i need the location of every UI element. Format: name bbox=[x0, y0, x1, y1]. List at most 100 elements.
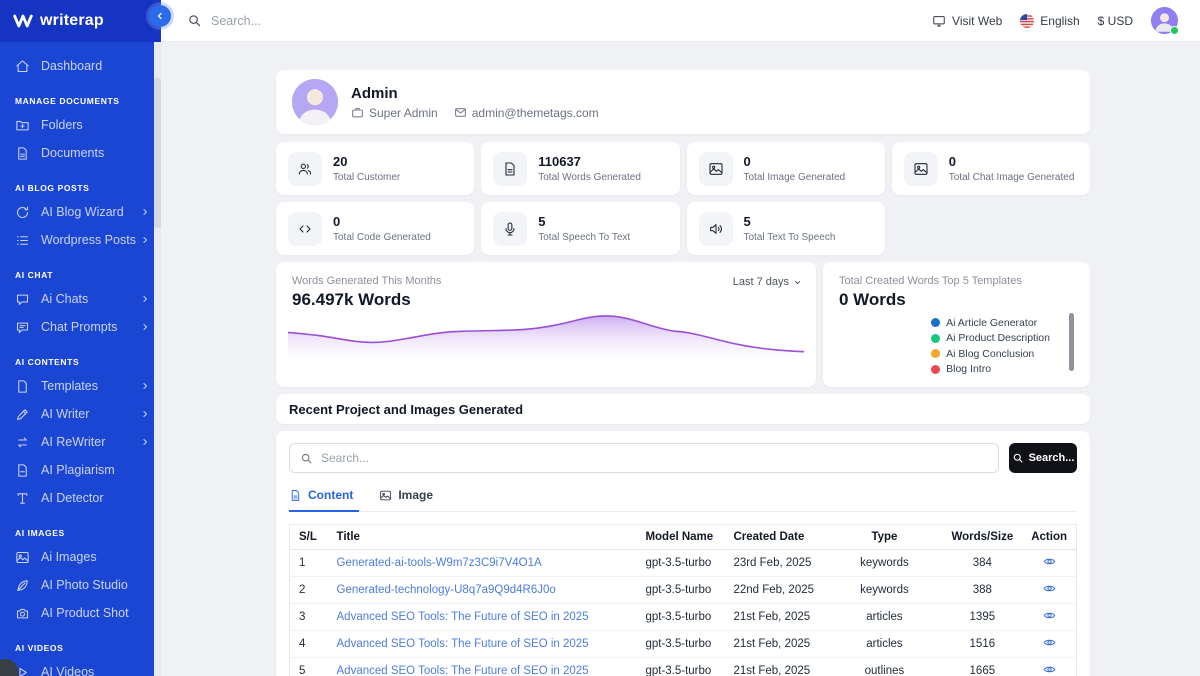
stat-value: 110637 bbox=[538, 154, 641, 169]
chevron-right-icon bbox=[140, 321, 150, 335]
cell-action bbox=[1022, 604, 1076, 631]
legend-item-ai-product-description[interactable]: Ai Product Description bbox=[931, 331, 1050, 347]
recent-table-card: Search... Content Image S/LTitleModel Nam… bbox=[276, 431, 1090, 676]
recent-projects-table: S/LTitleModel NameCreated DateTypeWords/… bbox=[289, 524, 1077, 676]
doc-icon bbox=[493, 152, 527, 186]
admin-name: Admin bbox=[351, 85, 599, 102]
project-title-link[interactable]: Generated-ai-tools-W9m7z3C9i7V4O1A bbox=[337, 557, 542, 569]
project-title-link[interactable]: Advanced SEO Tools: The Future of SEO in… bbox=[337, 611, 589, 623]
chevron-right-icon bbox=[140, 234, 150, 248]
mail-icon bbox=[454, 106, 467, 119]
view-button[interactable] bbox=[1043, 555, 1056, 568]
cell-action bbox=[1022, 631, 1076, 658]
legend-label: Ai Product Description bbox=[946, 332, 1050, 344]
cell-model: gpt-3.5-turbo bbox=[636, 550, 724, 577]
sidebar-section-ai-blog-posts: AI BLOG POSTS bbox=[15, 183, 161, 193]
templates-chart-value: 0 Words bbox=[839, 290, 1074, 310]
sidebar-item-ai-images[interactable]: Ai Images bbox=[0, 543, 161, 571]
cell-title: Advanced SEO Tools: The Future of SEO in… bbox=[328, 658, 637, 676]
camera-icon bbox=[15, 606, 30, 621]
search-icon bbox=[187, 13, 202, 28]
legend-scrollbar[interactable] bbox=[1069, 313, 1074, 371]
sidebar-item-label: AI Writer bbox=[41, 407, 89, 421]
recent-section-heading: Recent Project and Images Generated bbox=[276, 394, 1090, 424]
table-search-input[interactable] bbox=[321, 451, 988, 465]
sidebar-item-wordpress-posts[interactable]: Wordpress Posts bbox=[0, 226, 161, 254]
sidebar-item-label: AI Blog Wizard bbox=[41, 205, 124, 219]
sidebar-item-ai-writer[interactable]: AI Writer bbox=[0, 400, 161, 428]
column-header-title: Title bbox=[328, 525, 637, 550]
cell-type: articles bbox=[826, 604, 942, 631]
cell-sl: 4 bbox=[290, 631, 328, 658]
project-title-link[interactable]: Generated-technology-U8q7a9Q9d4R6J0o bbox=[337, 584, 556, 596]
img-icon bbox=[15, 550, 30, 565]
stat-card-total-code-generated: 0 Total Code Generated bbox=[276, 202, 474, 255]
legend-item-ai-article-generator[interactable]: Ai Article Generator bbox=[931, 315, 1050, 331]
cell-title: Advanced SEO Tools: The Future of SEO in… bbox=[328, 631, 637, 658]
legend-label: Blog Intro bbox=[946, 363, 991, 375]
legend-item-blog-intro[interactable]: Blog Intro bbox=[931, 362, 1050, 378]
column-header-type: Type bbox=[826, 525, 942, 550]
sidebar-item-folders[interactable]: Folders bbox=[0, 111, 161, 139]
sidebar-item-label: AI Videos bbox=[41, 665, 94, 676]
stat-value: 0 bbox=[333, 214, 431, 229]
type-icon bbox=[15, 491, 30, 506]
stat-label: Total Speech To Text bbox=[538, 232, 630, 243]
legend-item-ai-blog-conclusion[interactable]: Ai Blog Conclusion bbox=[931, 346, 1050, 362]
view-button[interactable] bbox=[1043, 636, 1056, 649]
view-button[interactable] bbox=[1043, 663, 1056, 676]
sidebar-item-label: Chat Prompts bbox=[41, 320, 117, 334]
cell-action bbox=[1022, 658, 1076, 676]
list-icon bbox=[15, 233, 30, 248]
sidebar-item-ai-photo-studio[interactable]: AI Photo Studio bbox=[0, 571, 161, 599]
sidebar-item-templates[interactable]: Templates bbox=[0, 372, 161, 400]
language-label: English bbox=[1040, 14, 1079, 28]
project-title-link[interactable]: Advanced SEO Tools: The Future of SEO in… bbox=[337, 638, 589, 650]
currency-selector[interactable]: $ USD bbox=[1098, 14, 1133, 28]
sidebar-item-ai-blog-wizard[interactable]: AI Blog Wizard bbox=[0, 198, 161, 226]
img-icon bbox=[699, 152, 733, 186]
table-search-button[interactable]: Search... bbox=[1009, 443, 1077, 473]
column-header-action: Action bbox=[1022, 525, 1076, 550]
sidebar-item-ai-detector[interactable]: AI Detector bbox=[0, 484, 161, 512]
chevron-right-icon bbox=[140, 293, 150, 307]
admin-role: Super Admin bbox=[351, 106, 438, 120]
visit-web-link[interactable]: Visit Web bbox=[932, 14, 1002, 28]
chart-legend: Ai Article Generator Ai Product Descript… bbox=[931, 315, 1050, 377]
stat-value: 5 bbox=[538, 214, 630, 229]
sidebar-item-ai-rewriter[interactable]: AI ReWriter bbox=[0, 428, 161, 456]
sidebar-scrollbar[interactable] bbox=[154, 42, 161, 676]
global-search-input[interactable] bbox=[211, 14, 511, 28]
cell-type: outlines bbox=[826, 658, 942, 676]
sidebar-item-ai-chats[interactable]: Ai Chats bbox=[0, 285, 161, 313]
sidebar-collapse-button[interactable] bbox=[149, 5, 171, 27]
chevron-right-icon bbox=[140, 408, 150, 422]
cell-title: Generated-technology-U8q7a9Q9d4R6J0o bbox=[328, 577, 637, 604]
view-button[interactable] bbox=[1043, 609, 1056, 622]
sidebar-item-dashboard[interactable]: Dashboard bbox=[0, 52, 161, 80]
cell-words: 388 bbox=[942, 577, 1022, 604]
sidebar-item-ai-videos[interactable]: AI Videos bbox=[0, 658, 161, 676]
sidebar-item-ai-product-shot[interactable]: AI Product Shot bbox=[0, 599, 161, 627]
view-button[interactable] bbox=[1043, 582, 1056, 595]
sidebar-item-label: Wordpress Posts bbox=[41, 233, 136, 247]
cell-action bbox=[1022, 577, 1076, 604]
feather-icon bbox=[15, 578, 30, 593]
cell-words: 1516 bbox=[942, 631, 1022, 658]
visit-web-label: Visit Web bbox=[952, 14, 1002, 28]
sidebar-item-ai-plagiarism[interactable]: AI Plagiarism bbox=[0, 456, 161, 484]
tab-content[interactable]: Content bbox=[289, 488, 353, 511]
tab-image[interactable]: Image bbox=[379, 488, 433, 511]
sidebar-item-label: Ai Images bbox=[41, 550, 97, 564]
sidebar-item-documents[interactable]: Documents bbox=[0, 139, 161, 167]
logo[interactable]: writerap bbox=[0, 0, 161, 42]
project-title-link[interactable]: Advanced SEO Tools: The Future of SEO in… bbox=[337, 665, 589, 676]
chevron-down-icon bbox=[793, 278, 802, 287]
sidebar-item-chat-prompts[interactable]: Chat Prompts bbox=[0, 313, 161, 341]
stat-card-total-text-to-speech: 5 Total Text To Speech bbox=[687, 202, 885, 255]
chevron-right-icon bbox=[140, 436, 150, 450]
language-selector[interactable]: English bbox=[1020, 14, 1079, 28]
admin-email: admin@themetags.com bbox=[454, 106, 599, 120]
user-avatar[interactable] bbox=[1151, 7, 1178, 34]
range-dropdown[interactable]: Last 7 days bbox=[733, 276, 802, 288]
